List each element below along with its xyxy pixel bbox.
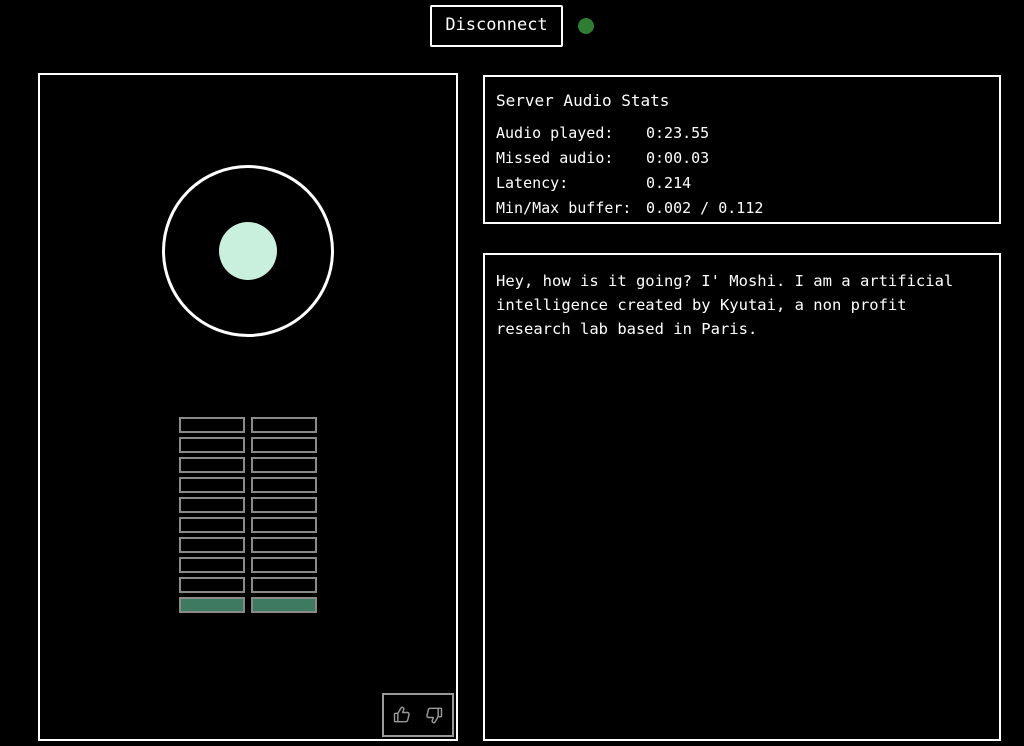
vu-meter-cell [179, 597, 245, 613]
thumbs-up-icon [392, 705, 412, 725]
vu-meter-cell [179, 577, 245, 593]
stats-row-value: 0.214 [646, 174, 692, 192]
stats-row: Missed audio: 0:00.03 [485, 149, 999, 167]
stats-row: Min/Max buffer: 0.002 / 0.112 [485, 199, 999, 217]
disconnect-button[interactable]: Disconnect [430, 5, 563, 47]
vu-meter-row [179, 437, 317, 453]
vu-meter-cell [251, 497, 317, 513]
stats-rows: Audio played: 0:23.55 Missed audio: 0:00.03… [485, 124, 999, 217]
top-bar: Disconnect [0, 0, 1024, 52]
connection-status-dot [577, 18, 594, 34]
vu-meter-cell [251, 517, 317, 533]
vu-meter-row [179, 537, 317, 553]
vu-meter-cell [179, 557, 245, 573]
vu-meter-row [179, 417, 317, 433]
stats-row-value: 0:00.03 [646, 149, 710, 167]
vu-meter-cell [179, 477, 245, 493]
vu-meter-cell [179, 497, 245, 513]
thumbs-down-button[interactable] [422, 703, 446, 727]
thumbs-down-icon [424, 705, 444, 725]
stats-row-value: 0.002 / 0.112 [646, 199, 764, 217]
feedback-controls [382, 693, 454, 737]
vu-meter-row [179, 457, 317, 473]
app-root: Disconnect Server Audio Stats Audio play… [0, 0, 1024, 746]
outer-ring [162, 165, 334, 337]
stats-row-label: Latency: [496, 174, 569, 192]
stats-row-label: Min/Max buffer: [496, 199, 632, 217]
stats-row: Audio played: 0:23.55 [485, 124, 999, 142]
vu-meter-cell [251, 577, 317, 593]
audio-ring-visualizer [40, 165, 456, 337]
visualizer-panel [38, 73, 458, 741]
inner-level-dot [219, 222, 277, 280]
vu-meter-grid [179, 417, 317, 613]
vu-meter-row [179, 497, 317, 513]
vu-meter-row [179, 597, 317, 613]
vu-meter-cell [251, 417, 317, 433]
stats-row-label: Missed audio: [496, 149, 614, 167]
stats-row-label: Audio played: [496, 124, 614, 142]
vu-meter-cell [179, 537, 245, 553]
vu-meter-row [179, 577, 317, 593]
vu-meter-row [179, 477, 317, 493]
vu-meter-cell [251, 457, 317, 473]
vu-meter-cell [251, 597, 317, 613]
vu-meter-row [179, 557, 317, 573]
stats-title: Server Audio Stats [496, 91, 670, 110]
thumbs-up-button[interactable] [390, 703, 414, 727]
vu-meter-cell [251, 437, 317, 453]
stats-row-value: 0:23.55 [646, 124, 710, 142]
vu-meter-cell [179, 417, 245, 433]
stats-row: Latency: 0.214 [485, 174, 999, 192]
vu-meter-cell [251, 477, 317, 493]
transcript-text: Hey, how is it going? I' Moshi. I am a a… [496, 272, 963, 339]
server-audio-stats-panel: Server Audio Stats Audio played: 0:23.55 M… [483, 75, 1001, 224]
vu-meter-cell [251, 537, 317, 553]
vu-meter-row [179, 517, 317, 533]
vu-meter-cell [179, 517, 245, 533]
vu-meter-cell [251, 557, 317, 573]
vu-meter-cell [179, 457, 245, 473]
transcript-panel: Hey, how is it going? I' Moshi. I am a a… [483, 253, 1001, 741]
vu-meter-cell [179, 437, 245, 453]
vu-meter [40, 417, 456, 613]
